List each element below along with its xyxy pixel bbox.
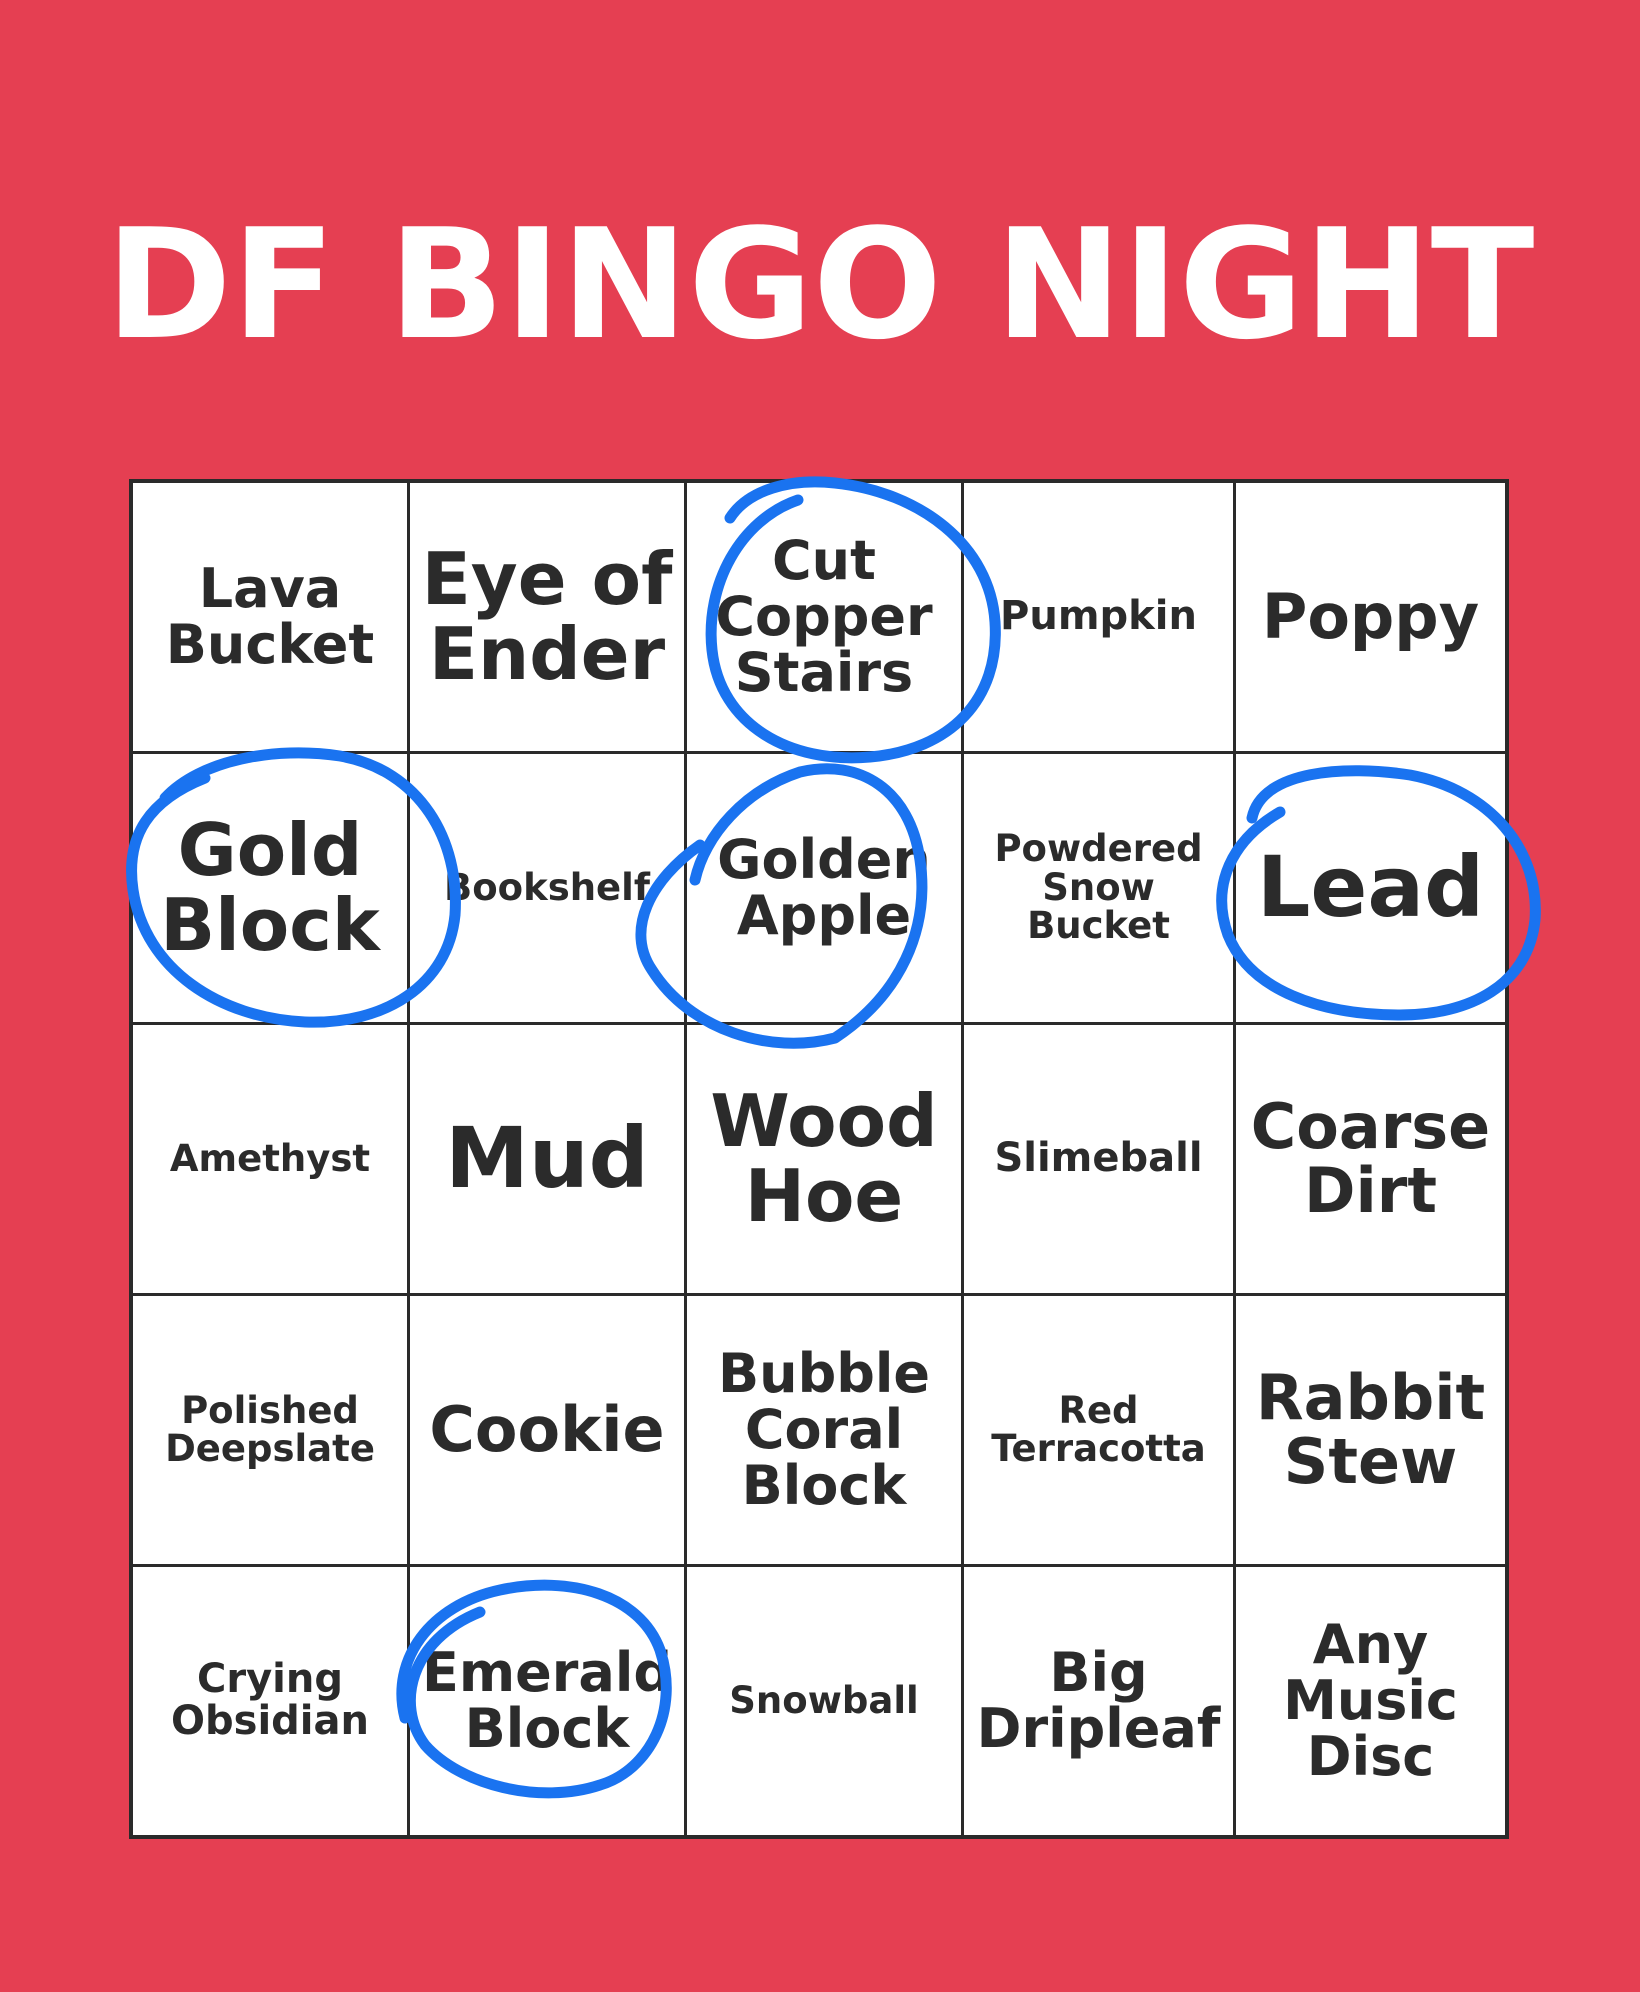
cell-label: Crying Obsidian [171,1656,369,1744]
cell-label: Snowball [729,1678,919,1722]
bingo-cell-big-dripleaf[interactable]: Big Dripleaf [964,1567,1236,1835]
bingo-cell-lava-bucket[interactable]: Lava Bucket [133,483,410,754]
bingo-cell-amethyst[interactable]: Amethyst [133,1025,410,1296]
cell-label: Rabbit Stew [1255,1360,1486,1498]
bingo-cell-poppy[interactable]: Poppy [1236,483,1505,754]
cell-label: Slimeball [994,1135,1203,1182]
cell-label: Amethyst [169,1136,371,1180]
bingo-cell-gold-block[interactable]: Gold Block [133,754,410,1025]
cell-label: Lava Bucket [165,556,375,676]
cell-label: Any Music Disc [1283,1612,1458,1789]
bingo-cell-pumpkin[interactable]: Pumpkin [964,483,1236,754]
cell-label: Emerald Block [421,1640,672,1760]
cell-label: Mud [445,1109,649,1208]
cell-label: Powdered Snow Bucket [994,827,1203,948]
cell-label: Bubble Coral Block [717,1341,931,1518]
bingo-cell-cookie[interactable]: Cookie [410,1296,687,1567]
bingo-cell-powdered-snow-bucket[interactable]: Powdered Snow Bucket [964,754,1236,1025]
cell-label: Eye of Ender [421,537,673,696]
bingo-cell-polished-deepslate[interactable]: Polished Deepslate [133,1296,410,1567]
bingo-cell-bubble-coral-block[interactable]: Bubble Coral Block [687,1296,964,1567]
bingo-cell-cut-copper-stairs[interactable]: Cut Copper Stairs [687,483,964,754]
cell-label: Bookshelf [444,865,650,909]
cell-label: Cookie [429,1392,665,1466]
cell-label: Wood Hoe [710,1079,938,1238]
bingo-cell-red-terracotta[interactable]: Red Terracotta [964,1296,1236,1567]
cell-label: Cut Copper Stairs [715,528,933,705]
bingo-cell-crying-obsidian[interactable]: Crying Obsidian [133,1567,410,1835]
cell-label: Poppy [1261,579,1480,653]
bingo-cell-lead[interactable]: Lead [1236,754,1505,1025]
cell-label: Polished Deepslate [165,1388,375,1470]
cell-label: Gold Block [160,808,380,967]
page-title: DF BINGO NIGHT [105,196,1535,373]
bingo-cell-coarse-dirt[interactable]: Coarse Dirt [1236,1025,1505,1296]
bingo-cell-eye-of-ender[interactable]: Eye of Ender [410,483,687,754]
bingo-cell-mud[interactable]: Mud [410,1025,687,1296]
cell-label: Golden Apple [717,827,931,947]
cell-label: Lead [1256,838,1485,937]
bingo-board: Lava Bucket Eye of Ender Cut Copper Stai… [129,479,1509,1839]
bingo-cell-emerald-block[interactable]: Emerald Block [410,1567,687,1835]
bingo-cell-any-music-disc[interactable]: Any Music Disc [1236,1567,1505,1835]
bingo-cell-snowball[interactable]: Snowball [687,1567,964,1835]
cell-label: Big Dripleaf [976,1640,1221,1760]
cell-label: Pumpkin [1000,593,1197,640]
cell-label: Coarse Dirt [1250,1089,1491,1227]
bingo-cell-golden-apple[interactable]: Golden Apple [687,754,964,1025]
bingo-cell-rabbit-stew[interactable]: Rabbit Stew [1236,1296,1505,1567]
bingo-cell-wood-hoe[interactable]: Wood Hoe [687,1025,964,1296]
bingo-cell-slimeball[interactable]: Slimeball [964,1025,1236,1296]
bingo-cell-bookshelf[interactable]: Bookshelf [410,754,687,1025]
cell-label: Red Terracotta [991,1388,1206,1470]
